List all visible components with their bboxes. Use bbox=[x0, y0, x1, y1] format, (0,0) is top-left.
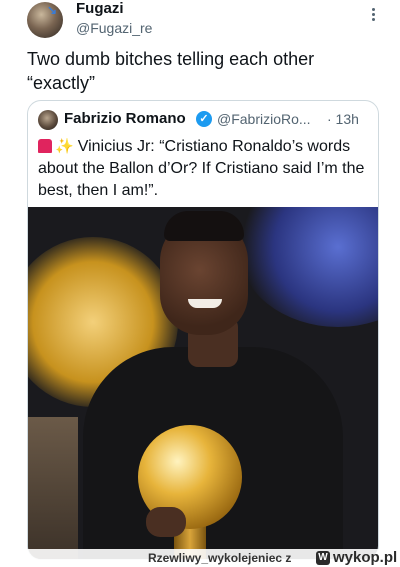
stage-light-blue bbox=[238, 207, 378, 327]
avatar-badge-icon: ↘ bbox=[47, 3, 58, 17]
hand bbox=[146, 507, 186, 537]
background-person bbox=[28, 417, 78, 559]
siren-icon bbox=[38, 139, 52, 153]
tweet-text: Two dumb bitches telling each other “exa… bbox=[27, 49, 315, 93]
hair bbox=[164, 211, 244, 241]
quoted-avatar[interactable] bbox=[38, 110, 58, 130]
display-name[interactable]: Fugazi bbox=[76, 0, 124, 17]
smile bbox=[188, 299, 222, 308]
watermark-username: Rzewliwy_wykolejeniec bbox=[148, 551, 283, 565]
tweet-header: ↘ Fugazi @Fugazi_re bbox=[0, 0, 400, 44]
quoted-handle[interactable]: @FabrizioRo... bbox=[217, 111, 327, 127]
quoted-tweet-card[interactable]: Fabrizio Romano ✓ @FabrizioRo... · 13h ✨… bbox=[27, 100, 379, 560]
user-handle[interactable]: @Fugazi_re bbox=[76, 20, 152, 36]
quoted-timestamp[interactable]: · 13h bbox=[327, 111, 359, 127]
quoted-text: ✨ Vinicius Jr: “Cristiano Ronaldo’s words… bbox=[38, 136, 373, 202]
watermark-separator: z bbox=[285, 551, 292, 565]
more-options-icon[interactable] bbox=[366, 6, 380, 24]
avatar[interactable]: ↘ bbox=[27, 2, 63, 38]
wykop-logo-icon: W bbox=[316, 551, 330, 565]
quoted-photo[interactable] bbox=[28, 207, 378, 559]
watermark-user: Rzewliwy_wykolejeniec z bbox=[148, 551, 291, 565]
sparkles-icon: ✨ bbox=[55, 138, 74, 155]
watermark-bar: Rzewliwy_wykolejeniec z W wykop.pl bbox=[0, 549, 400, 567]
quoted-display-name[interactable]: Fabrizio Romano bbox=[64, 110, 186, 127]
quoted-text-content: Vinicius Jr: “Cristiano Ronaldo’s words … bbox=[38, 138, 365, 199]
verified-icon: ✓ bbox=[196, 111, 212, 127]
watermark-site: wykop.pl bbox=[333, 549, 398, 566]
